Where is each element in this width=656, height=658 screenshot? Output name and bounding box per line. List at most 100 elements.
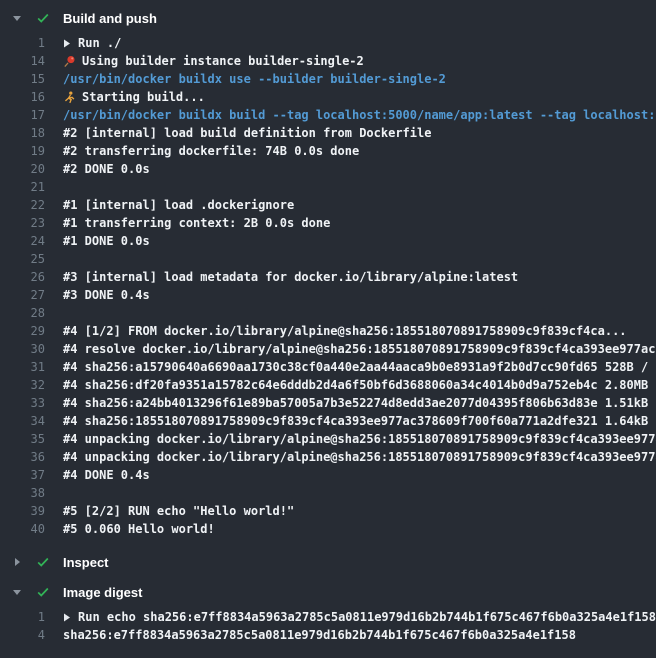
check-icon [35,584,51,600]
log-line: 31 #4 sha256:a15790640a6690aa1730c38cf0a4… [0,358,656,376]
line-number[interactable]: 35 [0,430,45,448]
line-number[interactable]: 38 [0,484,45,502]
log-line: 33 #4 sha256:a24bb4013296f61e89ba57005a7b… [0,394,656,412]
line-number[interactable]: 20 [0,160,45,178]
line-number[interactable]: 21 [0,178,45,196]
log-line: 16 Starting build... [0,88,656,106]
log-line: 21 [0,178,656,196]
log-text: #1 DONE 0.0s [63,232,150,250]
line-content: #4 unpacking docker.io/library/alpine@sh… [45,448,656,466]
log-section-image-digest: Image digest 1 Run echo sha256:e7ff8834a59… [0,578,656,652]
line-content: #3 DONE 0.4s [45,286,656,304]
log-line: 27#3 DONE 0.4s [0,286,656,304]
line-number[interactable]: 24 [0,232,45,250]
line-number[interactable]: 15 [0,70,45,88]
line-number[interactable]: 1 [0,34,45,52]
line-number[interactable]: 4 [0,626,45,644]
line-number[interactable]: 18 [0,124,45,142]
line-content: Starting build... [45,88,656,106]
line-content: #2 transferring dockerfile: 74B 0.0s don… [45,142,656,160]
log-text: #4 resolve docker.io/library/alpine@sha2… [63,340,656,358]
section-header-inspect[interactable]: Inspect [0,548,656,576]
line-number[interactable]: 26 [0,268,45,286]
log-line: 15/usr/bin/docker buildx use --builder b… [0,70,656,88]
line-number[interactable]: 1 [0,608,45,626]
check-icon [35,10,51,26]
line-content: #4 DONE 0.4s [45,466,656,484]
line-number[interactable]: 25 [0,250,45,268]
log-line: 37 #4 DONE 0.4s [0,466,656,484]
pushpin-icon [63,55,76,68]
line-number[interactable]: 17 [0,106,45,124]
line-content: #4 [1/2] FROM docker.io/library/alpine@s… [45,322,656,340]
chevron-right-icon [11,556,23,568]
command-text: /usr/bin/docker buildx use --builder bui… [63,70,446,88]
line-content: #4 sha256:a15790640a6690aa1730c38cf0a440… [45,358,656,376]
command-text: /usr/bin/docker buildx build --tag local… [63,106,656,124]
log-text: #4 sha256:a24bb4013296f61e89ba57005a7b3e… [63,394,656,412]
log-line: 39 #5 [2/2] RUN echo "Hello world!" [0,502,656,520]
line-number[interactable]: 19 [0,142,45,160]
line-number[interactable]: 28 [0,304,45,322]
line-number[interactable]: 39 [0,502,45,520]
line-number[interactable]: 23 [0,214,45,232]
line-number[interactable]: 14 [0,52,45,70]
line-content: #1 DONE 0.0s [45,232,656,250]
line-content: #4 resolve docker.io/library/alpine@sha2… [45,340,656,358]
log-text: #4 [1/2] FROM docker.io/library/alpine@s… [63,322,627,340]
line-number[interactable]: 27 [0,286,45,304]
line-number[interactable]: 36 [0,448,45,466]
line-number[interactable]: 16 [0,88,45,106]
log-line: 40#5 0.060 Hello world! [0,520,656,538]
log-text: Run ./ [78,34,121,52]
section-header-image-digest[interactable]: Image digest [0,578,656,606]
log-text: #2 [internal] load build definition from… [63,124,431,142]
line-number[interactable]: 34 [0,412,45,430]
log-section-build-and-push: Build and push 1 Run ./ 14 Using builder ins… [0,4,656,546]
log-line: 34 #4 sha256:185518070891758909c9f839cf4c… [0,412,656,430]
expand-group-icon[interactable] [63,613,72,622]
line-content: sha256:e7ff8834a5963a2785c5a0811e979d16b… [45,626,656,644]
line-content: #1 transferring context: 2B 0.0s done [45,214,656,232]
log-line: 4sha256:e7ff8834a5963a2785c5a0811e979d16… [0,626,656,644]
log-text: #5 [2/2] RUN echo "Hello world!" [63,502,294,520]
line-content: #4 sha256:185518070891758909c9f839cf4ca3… [45,412,656,430]
log-text: #4 sha256:a15790640a6690aa1730c38cf0a440… [63,358,656,376]
log-text: #4 DONE 0.4s [63,466,150,484]
line-content: Run ./ [45,34,656,52]
line-number[interactable]: 22 [0,196,45,214]
log-line: 30 #4 resolve docker.io/library/alpine@sh… [0,340,656,358]
log-line: 22 #1 [internal] load .dockerignore [0,196,656,214]
section-header-build-and-push[interactable]: Build and push [0,4,656,32]
log-text: #4 sha256:df20fa9351a15782c64e6dddb2d4a6… [63,376,656,394]
line-number[interactable]: 33 [0,394,45,412]
line-number[interactable]: 37 [0,466,45,484]
log-text: #1 [internal] load .dockerignore [63,196,294,214]
line-content [45,484,656,502]
log-line: 25 [0,250,656,268]
line-content: /usr/bin/docker buildx build --tag local… [45,106,656,124]
line-content: #2 DONE 0.0s [45,160,656,178]
log-line: 26 #3 [internal] load metadata for docker… [0,268,656,286]
log-line: 23#1 transferring context: 2B 0.0s done [0,214,656,232]
section-title: Build and push [63,11,157,26]
line-number[interactable]: 32 [0,376,45,394]
line-content: #4 unpacking docker.io/library/alpine@sh… [45,430,656,448]
line-content: /usr/bin/docker buildx use --builder bui… [45,70,656,88]
log-text: #4 sha256:185518070891758909c9f839cf4ca3… [63,412,656,430]
chevron-down-icon [11,586,23,598]
log-text: Starting build... [82,88,205,106]
line-content: Run echo sha256:e7ff8834a5963a2785c5a081… [45,608,656,626]
line-number[interactable]: 29 [0,322,45,340]
line-number[interactable]: 30 [0,340,45,358]
check-icon [35,554,51,570]
log-line: 32 #4 sha256:df20fa9351a15782c64e6dddb2d4… [0,376,656,394]
log-text: #3 [internal] load metadata for docker.i… [63,268,518,286]
log-line: 20#2 DONE 0.0s [0,160,656,178]
log-text: Using builder instance builder-single-2 [82,52,364,70]
line-content: #1 [internal] load .dockerignore [45,196,656,214]
expand-group-icon[interactable] [63,39,72,48]
line-number[interactable]: 40 [0,520,45,538]
line-number[interactable]: 31 [0,358,45,376]
log-text: Run echo sha256:e7ff8834a5963a2785c5a081… [78,608,656,626]
